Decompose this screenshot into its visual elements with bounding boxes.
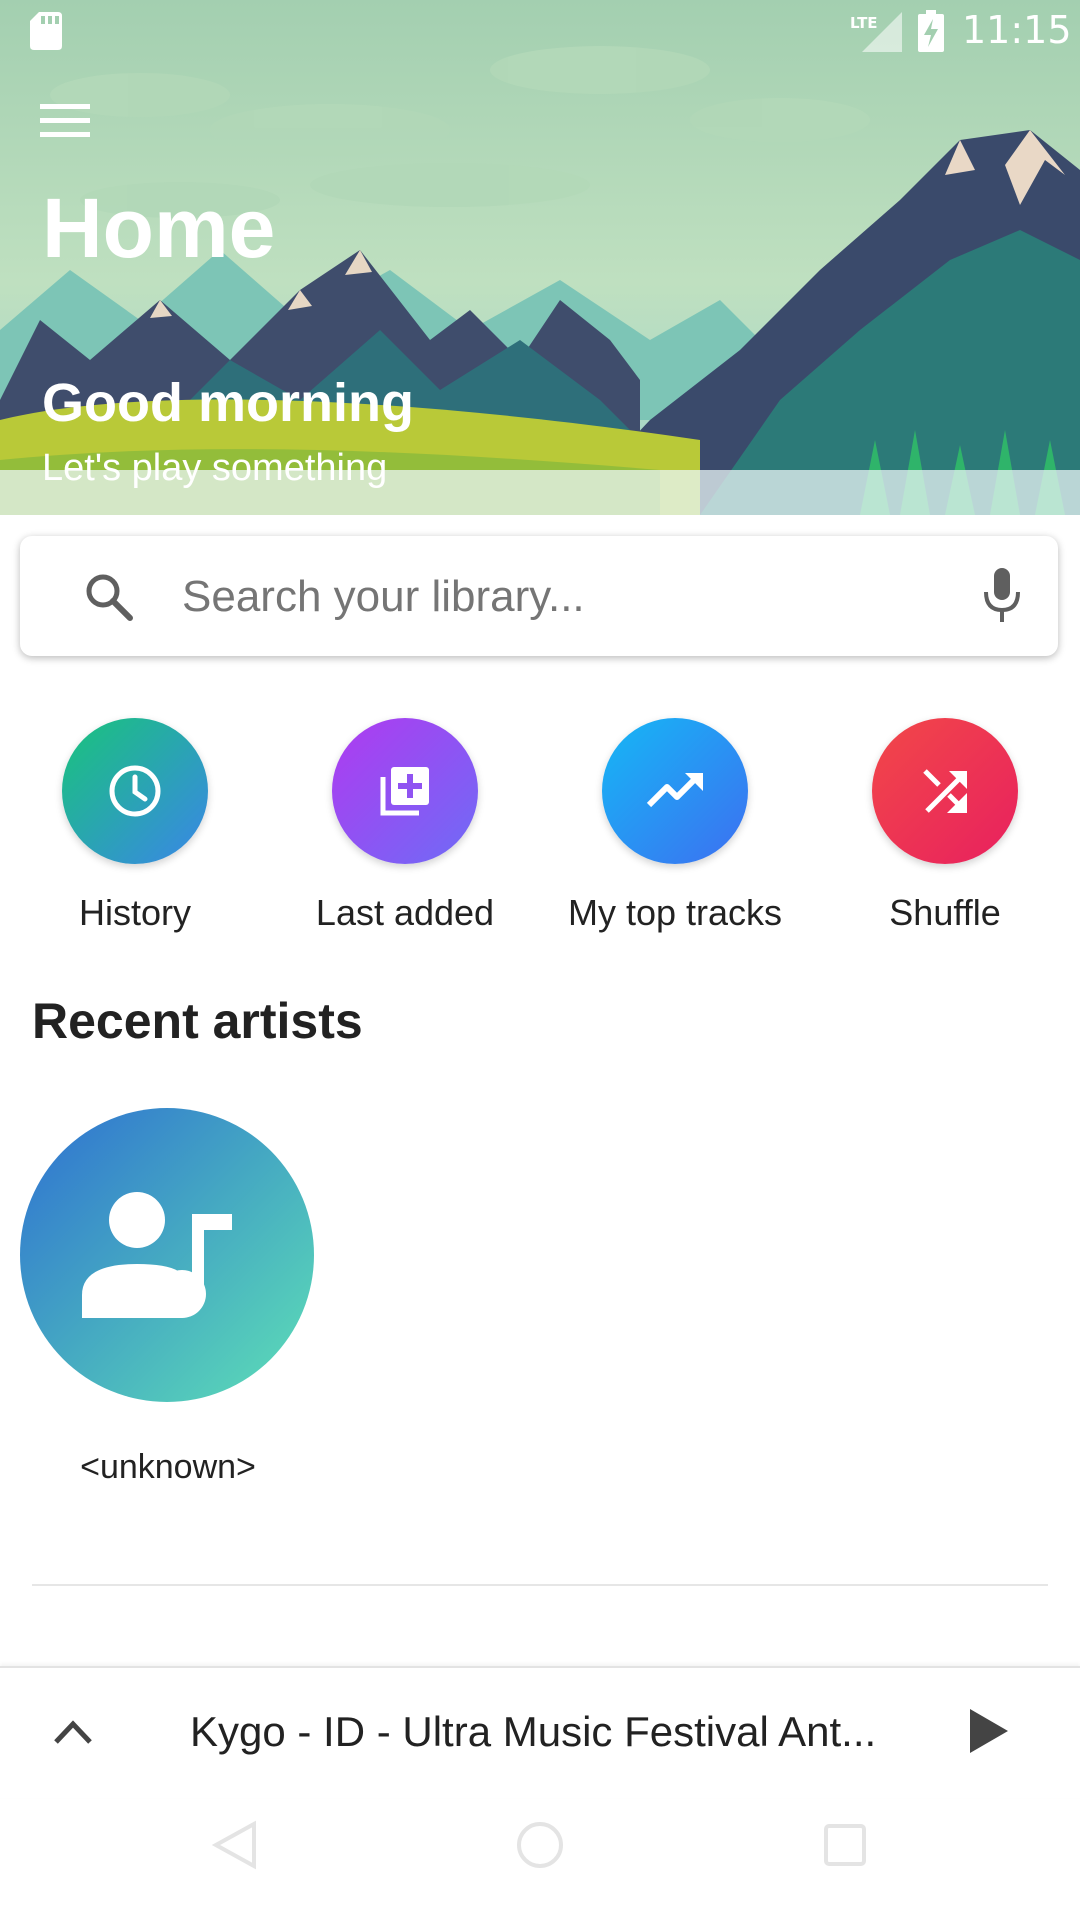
status-bar: LTE 11:15 [0, 0, 1080, 64]
header-banner: LTE 11:15 Home Good morning Let's play s… [0, 0, 1080, 515]
mini-player[interactable]: Kygo - ID - Ultra Music Festival Ant... [0, 1666, 1080, 1798]
network-type-label: LTE [850, 14, 878, 32]
top-tracks-circle [602, 718, 748, 864]
chevron-up-icon[interactable] [50, 1712, 96, 1752]
clock-icon [109, 765, 161, 817]
quick-actions: History Last added My top tracks Shuffle [0, 718, 1080, 938]
system-nav-bar [0, 1800, 1080, 1920]
shuffle-icon [923, 769, 967, 813]
sd-card-icon [30, 12, 62, 50]
lte-signal-icon: LTE [850, 12, 902, 52]
home-icon[interactable] [515, 1820, 565, 1870]
history-label: History [78, 892, 191, 933]
history-circle [62, 718, 208, 864]
library-add-icon [380, 767, 429, 816]
last-added-circle [332, 718, 478, 864]
shuffle-label: Shuffle [889, 892, 1001, 933]
search-icon [86, 574, 133, 621]
shuffle-button[interactable]: Shuffle [815, 718, 1075, 934]
last-added-label: Last added [315, 892, 495, 933]
microphone-icon[interactable] [982, 566, 1022, 624]
last-added-button[interactable]: Last added [275, 718, 535, 934]
shuffle-circle [872, 718, 1018, 864]
artist-card[interactable]: <unknown> [20, 1108, 316, 1487]
status-time: 11:15 [962, 8, 1072, 52]
back-icon[interactable] [212, 1820, 258, 1870]
my-top-tracks-button[interactable]: My top tracks [545, 718, 805, 934]
artist-artwork [20, 1108, 314, 1402]
greeting-text: Good morning [42, 373, 414, 433]
page-title: Home [42, 181, 276, 275]
trending-up-icon [646, 773, 703, 808]
now-playing-title[interactable]: Kygo - ID - Ultra Music Festival Ant... [190, 1708, 910, 1756]
section-divider [32, 1584, 1048, 1586]
artist-music-icon [82, 1192, 232, 1318]
my-top-tracks-label: My top tracks [567, 892, 783, 933]
menu-button[interactable] [40, 100, 110, 160]
artist-name: <unknown> [80, 1448, 256, 1486]
greeting-subtitle: Let's play something [42, 447, 388, 489]
battery-charging-icon [918, 10, 944, 52]
play-icon[interactable] [966, 1706, 1012, 1756]
search-input[interactable] [180, 558, 944, 636]
recent-artists-title: Recent artists [32, 993, 363, 1049]
search-bar[interactable] [20, 536, 1058, 656]
history-button[interactable]: History [5, 718, 265, 934]
hamburger-menu-icon [40, 104, 90, 137]
recents-icon[interactable] [822, 1822, 868, 1868]
